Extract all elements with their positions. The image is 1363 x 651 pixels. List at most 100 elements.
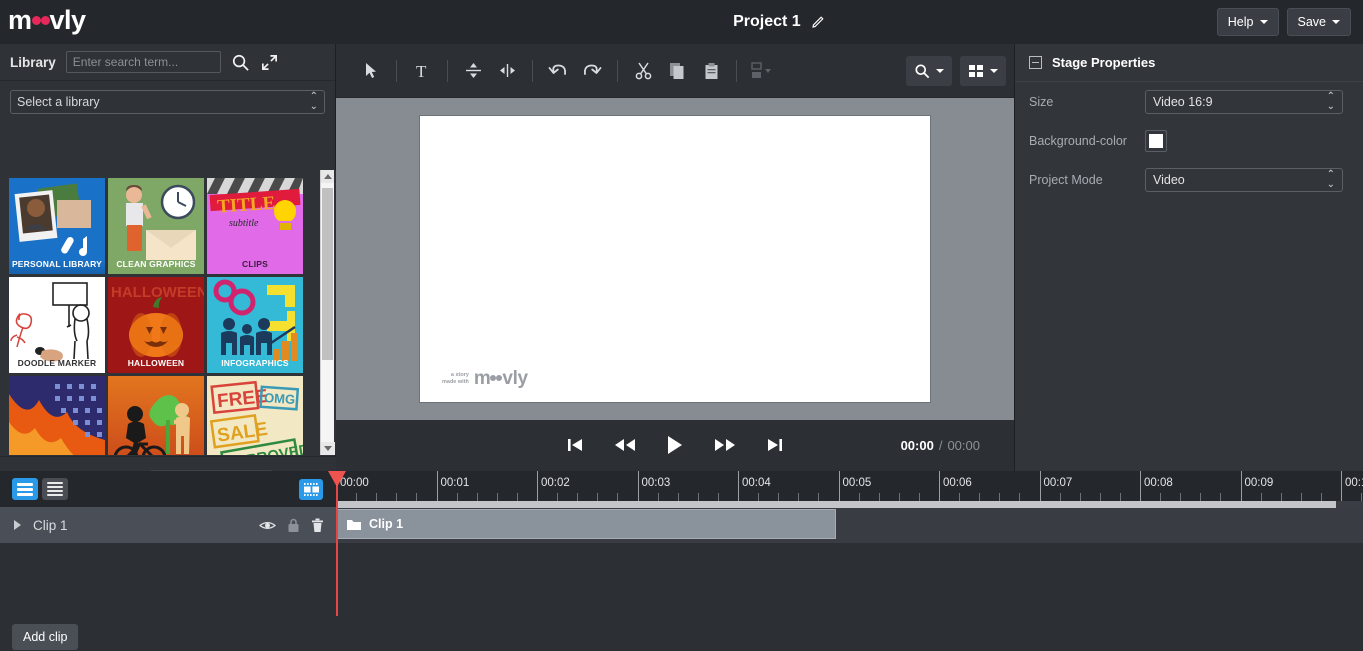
undo-arrow-icon[interactable]: [541, 54, 575, 88]
lock-icon[interactable]: [287, 518, 300, 533]
library-item[interactable]: [9, 376, 105, 455]
library-item[interactable]: PERSONAL LIBRARY: [9, 178, 105, 274]
updown-chevron-icon: ⌃⌄: [310, 92, 318, 112]
ruler-label: 00:05: [839, 477, 872, 489]
playhead[interactable]: [336, 471, 338, 616]
player-controls: 00:00 / 00:00: [336, 420, 1014, 470]
library-select[interactable]: Select a library ⌃⌄: [10, 90, 325, 114]
align-horizontal-center-icon[interactable]: [490, 54, 524, 88]
search-icon[interactable]: [231, 53, 250, 72]
help-label: Help: [1228, 15, 1254, 29]
library-panel: Library Select a library ⌃⌄: [0, 44, 336, 471]
grid-view-dropdown-button[interactable]: [960, 56, 1006, 86]
moovly-watermark: a story made with mvly: [442, 369, 528, 388]
add-clip-button[interactable]: Add clip: [12, 624, 78, 650]
skip-to-end-icon[interactable]: [750, 426, 800, 464]
clip-lane[interactable]: Clip 1: [336, 507, 1363, 543]
library-item-label: DOODLE MARKER: [9, 358, 105, 373]
library-item[interactable]: FREE OMG! SALE APPROVED: [207, 376, 303, 455]
list-view-icon[interactable]: [12, 478, 38, 500]
redo-arrow-icon[interactable]: [575, 54, 609, 88]
play-icon[interactable]: [650, 426, 700, 464]
watermark-brand: mvly: [474, 369, 528, 388]
select-arrow-icon[interactable]: [354, 54, 388, 88]
search-input[interactable]: [66, 51, 221, 73]
ruler-label: 00:08: [1140, 477, 1173, 489]
track-header: Clip 1: [0, 507, 336, 543]
fast-forward-icon[interactable]: [700, 426, 750, 464]
fit-timeline-icon[interactable]: [299, 479, 323, 500]
library-item[interactable]: [108, 376, 204, 455]
library-item[interactable]: INFOGRAPHICS: [207, 277, 303, 373]
size-label: Size: [1029, 95, 1145, 109]
rewind-icon[interactable]: [600, 426, 650, 464]
toolbar-divider: [396, 60, 397, 82]
scroll-down-arrow-icon[interactable]: [321, 442, 335, 455]
toolbar-divider: [617, 60, 618, 82]
eye-icon[interactable]: [259, 519, 276, 532]
library-item-label: INFOGRAPHICS: [207, 358, 303, 373]
track-name: Clip 1: [33, 518, 248, 533]
trash-icon[interactable]: [311, 518, 324, 533]
skip-to-start-icon[interactable]: [550, 426, 600, 464]
zoom-dropdown-button[interactable]: [906, 56, 952, 86]
library-item-label: CLIPS: [207, 259, 303, 274]
updown-chevron-icon: ⌃⌄: [1327, 170, 1335, 190]
updown-chevron-icon: ⌃⌄: [1327, 92, 1335, 112]
toolbar-divider: [447, 60, 448, 82]
watermark-small-text: a story made with: [442, 372, 469, 386]
text-t-icon[interactable]: T: [405, 54, 439, 88]
save-button[interactable]: Save: [1287, 8, 1352, 36]
app-logo[interactable]: mvly: [0, 0, 340, 44]
background-color-swatch[interactable]: [1145, 130, 1167, 152]
size-select[interactable]: Video 16:9 ⌃⌄: [1145, 90, 1343, 114]
svg-text:OMG!: OMG!: [264, 390, 300, 407]
page-title: Project 1: [733, 13, 801, 31]
library-item[interactable]: DOODLE MARKER: [9, 277, 105, 373]
copy-icon[interactable]: [660, 54, 694, 88]
scrollbar-thumb[interactable]: [336, 501, 1336, 508]
scissors-icon[interactable]: [626, 54, 660, 88]
clipboard-icon[interactable]: [694, 54, 728, 88]
project-mode-select[interactable]: Video ⌃⌄: [1145, 168, 1343, 192]
svg-text:HALLOWEEN: HALLOWEEN: [111, 284, 204, 301]
toolbar-divider: [736, 60, 737, 82]
timeline: 00:0000:0100:0200:0300:0400:0500:0600:07…: [0, 471, 1363, 651]
ruler-label: 00:03: [638, 477, 671, 489]
chevron-down-icon: [990, 69, 998, 73]
folder-icon: [347, 519, 361, 530]
compact-view-icon[interactable]: [42, 478, 68, 500]
top-bar-actions: Help Save: [1217, 8, 1363, 36]
library-item[interactable]: HALLOWEEN HALLOWEEN: [108, 277, 204, 373]
ruler-label: 00:10: [1341, 477, 1363, 489]
stage-area: T: [336, 44, 1014, 471]
library-item-label: HALLOWEEN: [108, 358, 204, 373]
project-mode-label: Project Mode: [1029, 173, 1145, 187]
toolbar-divider: [532, 60, 533, 82]
pencil-icon[interactable]: [811, 16, 824, 29]
current-time: 00:00: [901, 438, 934, 453]
logo-dot-icon: [41, 16, 50, 25]
time-separator: /: [939, 438, 943, 453]
scroll-up-arrow-icon[interactable]: [321, 170, 334, 183]
save-label: Save: [1298, 15, 1327, 29]
minus-square-icon[interactable]: [1029, 56, 1042, 69]
help-button[interactable]: Help: [1217, 8, 1279, 36]
scrollbar-thumb[interactable]: [322, 188, 333, 360]
total-time: 00:00: [947, 438, 980, 453]
expand-arrows-icon[interactable]: [260, 53, 279, 72]
property-row-size: Size Video 16:9 ⌃⌄: [1015, 82, 1363, 121]
timeline-clip[interactable]: Clip 1: [336, 509, 836, 539]
triangle-right-icon[interactable]: [14, 520, 21, 530]
library-header: Library: [0, 44, 335, 81]
ruler-label: 00:09: [1241, 477, 1274, 489]
align-vertical-center-icon[interactable]: [456, 54, 490, 88]
magnifier-icon: [914, 63, 930, 79]
ruler-label: 00:06: [939, 477, 972, 489]
properties-title: Stage Properties: [1052, 55, 1155, 70]
library-scrollbar[interactable]: [320, 170, 334, 455]
timeline-horizontal-scrollbar[interactable]: [336, 501, 1363, 508]
stage-canvas[interactable]: a story made with mvly: [419, 115, 931, 403]
library-item[interactable]: TITLE subtitle CLIPS: [207, 178, 303, 274]
library-item[interactable]: CLEAN GRAPHICS: [108, 178, 204, 274]
